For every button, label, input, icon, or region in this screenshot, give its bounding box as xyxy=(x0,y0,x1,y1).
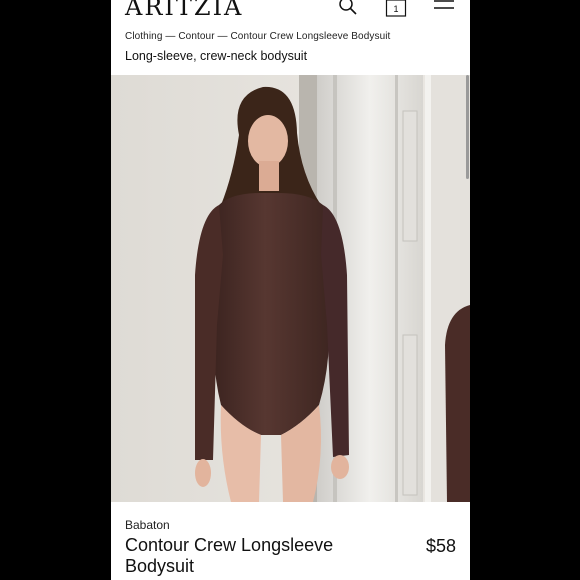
product-info: Babaton Contour Crew Longsleeve Bodysuit… xyxy=(111,502,470,580)
product-subtitle: Long-sleeve, crew-neck bodysuit xyxy=(125,49,308,63)
product-price: $58 xyxy=(425,536,456,556)
bag-icon[interactable]: 1 xyxy=(385,0,407,23)
menu-icon[interactable] xyxy=(433,0,455,19)
aritzia-logo[interactable]: ARITZIA xyxy=(125,0,243,22)
scrollbar[interactable] xyxy=(466,75,469,179)
product-brand[interactable]: Babaton xyxy=(125,518,170,532)
breadcrumb[interactable]: Clothing — Contour — Contour Crew Longsl… xyxy=(125,31,390,42)
search-icon[interactable] xyxy=(338,0,358,21)
bag-count: 1 xyxy=(393,4,399,14)
phone-screen: ARITZIA 1 Clothing — Contour — Contour C… xyxy=(111,0,470,580)
site-header: ARITZIA 1 xyxy=(111,0,470,26)
product-image-gallery[interactable] xyxy=(111,75,470,502)
product-name: Contour Crew Longsleeve Bodysuit xyxy=(125,535,334,576)
product-photo-model[interactable] xyxy=(111,75,423,502)
product-photo-next[interactable] xyxy=(425,75,470,502)
